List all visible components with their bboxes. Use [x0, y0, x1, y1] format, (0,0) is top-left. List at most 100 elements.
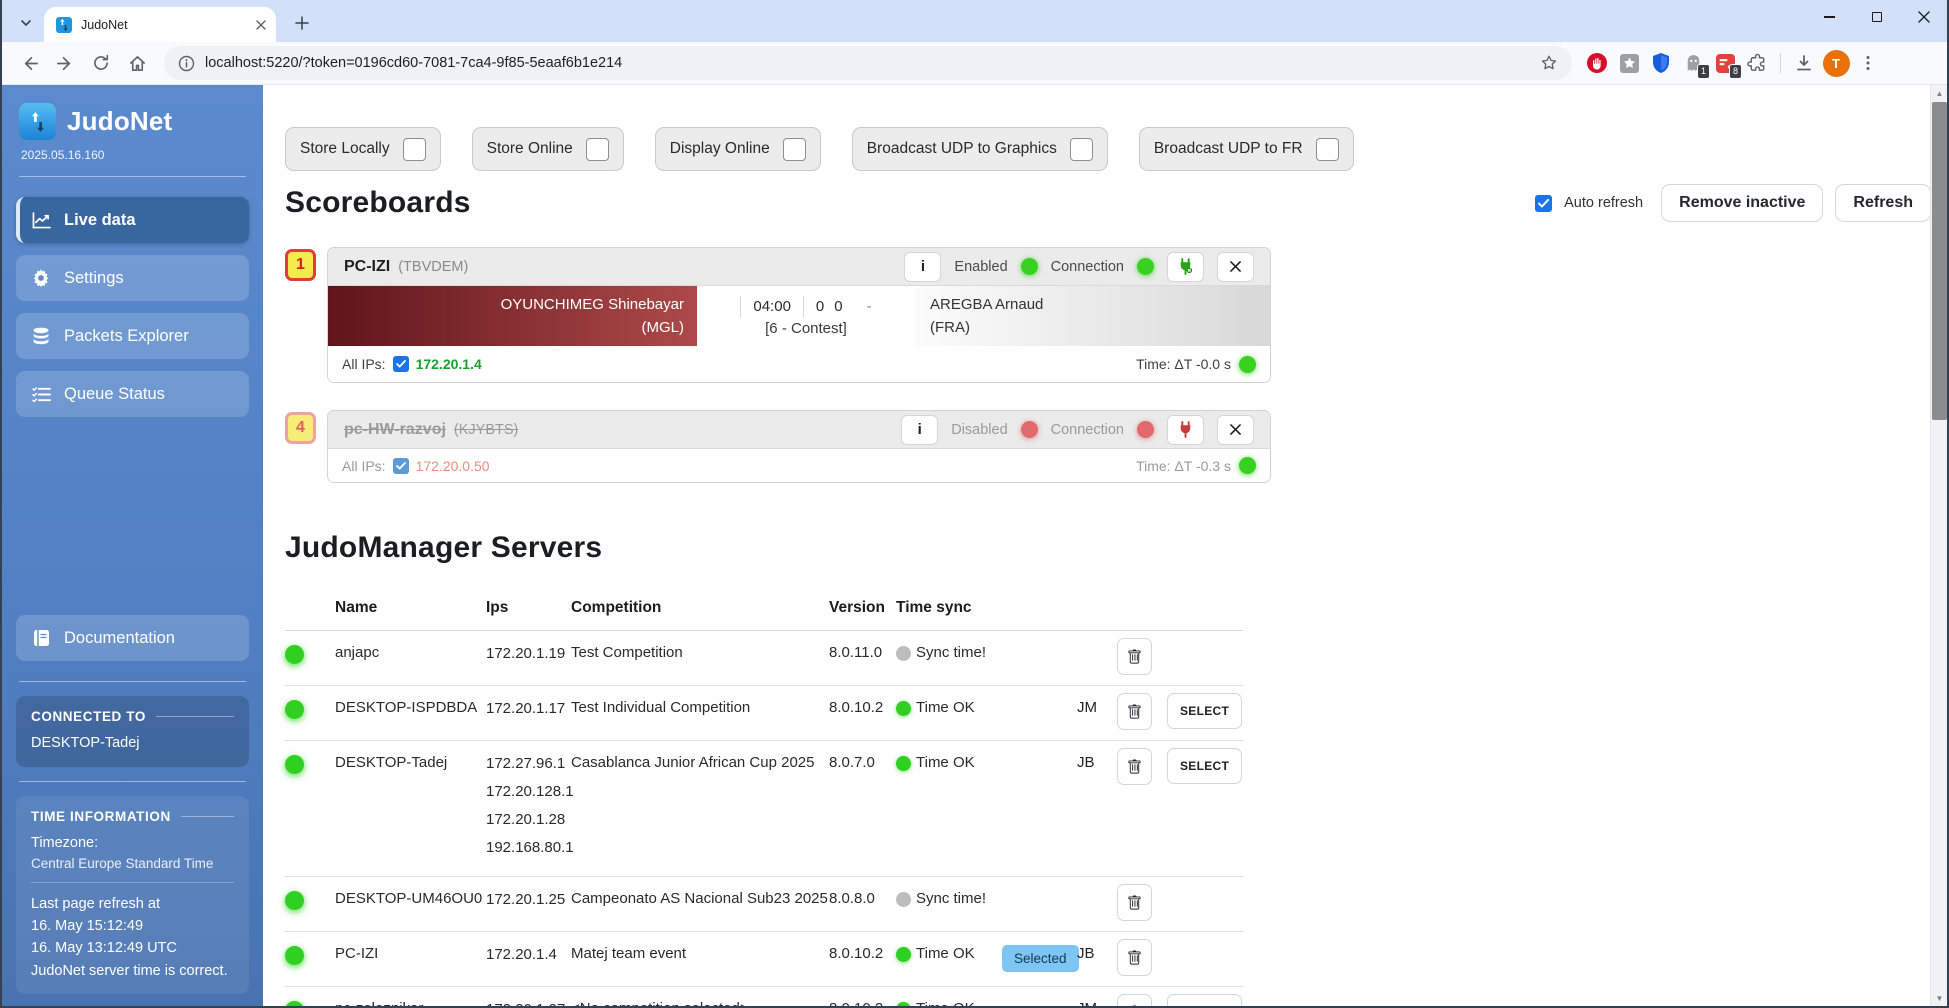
- toggle-broadcast-udp-to-fr[interactable]: Broadcast UDP to FR: [1139, 127, 1354, 171]
- reload-button[interactable]: [84, 46, 118, 80]
- remove-scoreboard-button[interactable]: [1217, 415, 1254, 445]
- server-time-sync: Sync time!: [896, 877, 1002, 932]
- toggle-checkbox[interactable]: [586, 138, 609, 161]
- toggle-broadcast-udp-to-graphics[interactable]: Broadcast UDP to Graphics: [852, 127, 1108, 171]
- star-box-extension-icon[interactable]: [1614, 48, 1644, 78]
- blocker-extension-icon[interactable]: 8: [1710, 48, 1740, 78]
- time-sync-wrap: Sync time!: [896, 644, 1002, 661]
- sidebar-item-queue-status[interactable]: Queue Status: [16, 371, 249, 417]
- select-server-button[interactable]: Select: [1167, 748, 1242, 784]
- refresh-button[interactable]: Refresh: [1835, 184, 1931, 222]
- server-version: 8.0.11.0: [829, 631, 896, 686]
- url-bar[interactable]: localhost:5220/?token=0196cd60-7081-7ca4…: [164, 46, 1572, 80]
- server-delete-cell: [1117, 987, 1167, 1007]
- delete-server-button[interactable]: [1117, 638, 1152, 675]
- minimize-button[interactable]: [1806, 0, 1853, 34]
- browser-menu-button[interactable]: [1853, 48, 1883, 78]
- extensions-menu-icon[interactable]: [1742, 48, 1772, 78]
- server-row-desktop-ispdbda: DESKTOP-ISPDBDA172.20.1.17Test Individua…: [285, 686, 1243, 741]
- col-name: Name: [335, 589, 486, 631]
- enabled-status-dot: [1021, 421, 1038, 438]
- maximize-icon: [1872, 12, 1882, 22]
- server-time-sync: Time OK: [896, 932, 1002, 987]
- server-online-dot: [285, 755, 304, 774]
- delete-server-button[interactable]: [1117, 693, 1152, 730]
- home-button[interactable]: [120, 46, 154, 80]
- col-version: Version: [829, 589, 896, 631]
- sidebar-item-documentation[interactable]: Documentation: [16, 615, 249, 661]
- timezone-value: Central Europe Standard Time: [31, 856, 234, 871]
- maximize-button[interactable]: [1853, 0, 1900, 34]
- star-box-icon: [1619, 53, 1640, 74]
- server-version: 8.0.8.0: [829, 877, 896, 932]
- delete-server-button[interactable]: [1117, 939, 1152, 976]
- col-status: [285, 589, 335, 631]
- sidebar-item-settings[interactable]: Settings: [16, 255, 249, 301]
- disconnect-plug-button[interactable]: [1167, 252, 1204, 282]
- site-info-icon[interactable]: [178, 55, 195, 72]
- check-icon: [396, 462, 406, 470]
- profile-avatar[interactable]: T: [1821, 48, 1851, 78]
- scrollbar-up-arrow[interactable]: ▲: [1931, 85, 1948, 101]
- ip-checkbox[interactable]: [393, 356, 409, 372]
- select-server-button[interactable]: Select: [1167, 693, 1242, 729]
- delete-server-button[interactable]: [1117, 748, 1152, 785]
- sidebar-spacer: [2, 423, 263, 609]
- minimize-icon: [1824, 16, 1835, 17]
- scrollbar-thumb[interactable]: [1932, 102, 1947, 420]
- server-ips: 172.20.1.17: [486, 686, 571, 741]
- browser-tab[interactable]: JudoNet: [44, 7, 276, 42]
- enabled-status-dot: [1021, 258, 1038, 275]
- sidebar-item-packets-explorer[interactable]: Packets Explorer: [16, 313, 249, 359]
- toggle-label: Broadcast UDP to FR: [1154, 140, 1303, 158]
- main-content: Store Locally Store Online Display Online B…: [263, 85, 1947, 1006]
- toggle-display-online[interactable]: Display Online: [655, 127, 821, 171]
- auto-refresh-checkbox[interactable]: [1535, 195, 1552, 212]
- forward-button[interactable]: [48, 46, 82, 80]
- time-sync-wrap: Time OK: [896, 754, 1002, 771]
- info-button[interactable]: i: [904, 252, 941, 282]
- new-tab-button[interactable]: [288, 9, 316, 37]
- time-sync-dot: [896, 756, 911, 771]
- tab-close-icon[interactable]: [256, 20, 266, 30]
- downloads-button[interactable]: [1789, 48, 1819, 78]
- toggle-checkbox[interactable]: [1070, 138, 1093, 161]
- tab-search-button[interactable]: [12, 9, 40, 37]
- browser-window: JudoNet localhost:5220/?toke: [0, 0, 1949, 1008]
- book-icon: [31, 629, 51, 647]
- server-ip: 172.20.1.4: [486, 945, 571, 965]
- sidebar-item-live-data[interactable]: Live data: [16, 197, 249, 243]
- shield-extension-icon[interactable]: [1646, 48, 1676, 78]
- close-button[interactable]: [1900, 0, 1947, 34]
- back-button[interactable]: [12, 46, 46, 80]
- info-button[interactable]: i: [901, 415, 938, 445]
- local-time: 16. May 15:12:49: [31, 916, 234, 936]
- sidebar-item-label: Packets Explorer: [64, 327, 189, 346]
- server-delete-cell: [1117, 741, 1167, 877]
- delete-server-button[interactable]: [1117, 994, 1152, 1006]
- server-status-cell: [285, 932, 335, 987]
- remove-scoreboard-button[interactable]: [1217, 252, 1254, 282]
- adblock-extension-icon[interactable]: [1582, 48, 1612, 78]
- server-ips: 172.20.1.27: [486, 987, 571, 1007]
- toggle-checkbox[interactable]: [1316, 138, 1339, 161]
- toggle-checkbox[interactable]: [783, 138, 806, 161]
- ghostery-extension-icon[interactable]: 1: [1678, 48, 1708, 78]
- remove-inactive-button[interactable]: Remove inactive: [1661, 184, 1823, 222]
- toggle-checkbox[interactable]: [403, 138, 426, 161]
- delete-server-button[interactable]: [1117, 884, 1152, 921]
- scoreboard-1: 1 PC-IZI (TBVDEM) i Enabled Connection: [285, 247, 1931, 383]
- toggle-store-locally[interactable]: Store Locally: [285, 127, 441, 171]
- select-server-button[interactable]: Select: [1167, 994, 1242, 1006]
- sidebar-divider: [19, 176, 246, 177]
- connect-plug-button[interactable]: [1167, 415, 1204, 445]
- ip-checkbox[interactable]: [393, 458, 409, 474]
- sidebar: JudoNet 2025.05.16.160 Live data Setting…: [2, 85, 263, 1006]
- server-version: 8.0.7.0: [829, 741, 896, 877]
- auto-refresh-label: Auto refresh: [1564, 195, 1643, 211]
- toggle-store-online[interactable]: Store Online: [472, 127, 624, 171]
- scrollbar-down-arrow[interactable]: ▼: [1931, 990, 1948, 1006]
- bookmark-star-icon[interactable]: [1540, 54, 1558, 72]
- time-sync-dot: [896, 701, 911, 716]
- page-scrollbar[interactable]: ▲ ▼: [1930, 85, 1947, 1006]
